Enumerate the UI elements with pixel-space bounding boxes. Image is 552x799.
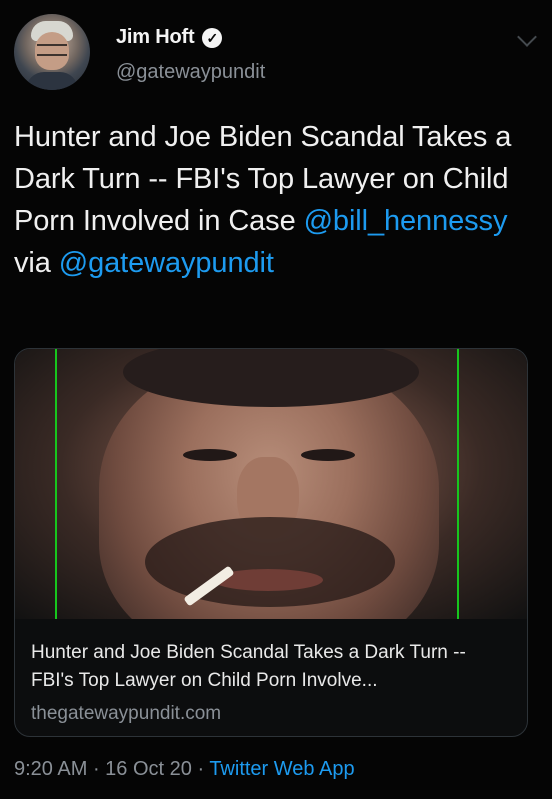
- link-preview-body[interactable]: Hunter and Joe Biden Scandal Takes a Dar…: [15, 619, 527, 736]
- tweet-date[interactable]: 16 Oct 20: [105, 758, 192, 780]
- link-preview-domain[interactable]: thegatewaypundit.com: [31, 703, 221, 725]
- link-preview-title[interactable]: Hunter and Joe Biden Scandal Takes a Dar…: [31, 639, 511, 695]
- image-frame-line: [55, 349, 57, 619]
- author-handle[interactable]: @gatewaypundit: [116, 61, 265, 84]
- tweet-header: Jim Hoft ✓ @gatewaypundit: [14, 14, 538, 92]
- author-display-name[interactable]: Jim Hoft: [116, 26, 195, 49]
- avatar-glasses: [37, 44, 67, 56]
- tweet-time[interactable]: 9:20 AM: [14, 758, 87, 780]
- portrait-right-eye: [301, 449, 355, 461]
- link-preview-card[interactable]: Hunter and Joe Biden Scandal Takes a Dar…: [14, 348, 528, 737]
- tweet-text: Hunter and Joe Biden Scandal Takes a Dar…: [14, 116, 534, 284]
- meta-separator: ·: [191, 758, 210, 780]
- tweet-source-app-link[interactable]: Twitter Web App: [209, 758, 354, 780]
- chevron-down-icon[interactable]: [517, 27, 537, 47]
- mention-link[interactable]: @bill_hennessy: [304, 205, 508, 237]
- mention-link[interactable]: @gatewaypundit: [59, 247, 274, 279]
- link-preview-image[interactable]: [15, 349, 527, 619]
- meta-separator: ·: [87, 758, 106, 780]
- portrait-beard: [145, 517, 395, 607]
- verified-check-icon: ✓: [202, 27, 223, 48]
- author-name-row[interactable]: Jim Hoft ✓: [116, 26, 223, 49]
- avatar-shirt: [26, 72, 78, 90]
- portrait-left-eye: [183, 449, 237, 461]
- tweet-metadata: 9:20 AM · 16 Oct 20 · Twitter Web App: [14, 758, 355, 781]
- tweet-text-part: via: [14, 247, 59, 279]
- image-frame-line: [457, 349, 459, 619]
- avatar[interactable]: [14, 14, 90, 90]
